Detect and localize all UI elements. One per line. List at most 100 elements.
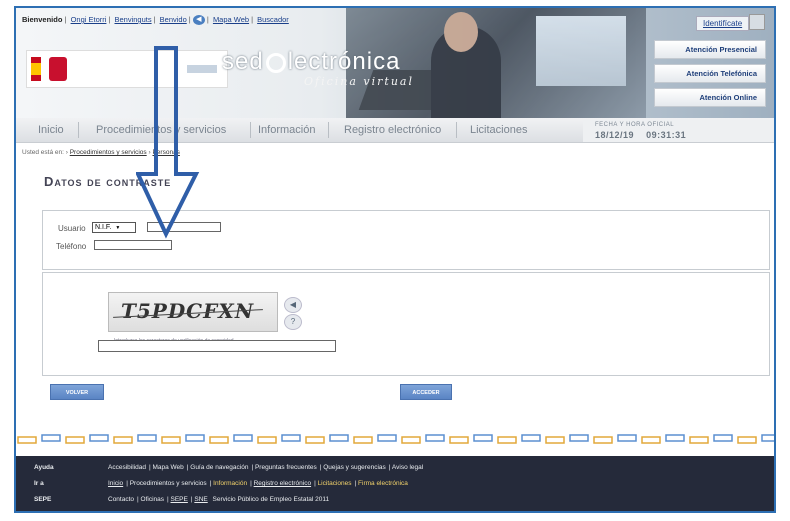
annotation-arrow-icon: [136, 46, 200, 239]
captcha-audio-icon[interactable]: ◀: [284, 297, 302, 313]
footer-link-licitaciones[interactable]: Licitaciones: [318, 480, 352, 487]
site-header: Bienvenido | Ongi Etorri | Benvinguts | Be…: [16, 8, 774, 126]
chain-link-shape: [161, 436, 181, 444]
footer-link-guia[interactable]: Guía de navegación: [190, 464, 248, 471]
footer-link-procedimientos[interactable]: Procedimientos y servicios: [130, 480, 207, 487]
footer-link-informacion[interactable]: Información: [213, 480, 247, 487]
chevron-down-icon: ▼: [115, 225, 121, 231]
decorative-band: [16, 432, 774, 446]
lang-link-ca[interactable]: Benvinguts: [114, 15, 151, 24]
lang-link-eu[interactable]: Ongi Etorri: [71, 15, 107, 24]
site-footer: Ayuda Accesibilidad | Mapa Web | Guía de n…: [16, 456, 774, 511]
breadcrumb-prefix: Usted está en:: [22, 149, 64, 156]
chain-link-shape: [617, 434, 637, 442]
footer-link-sne[interactable]: SNE: [194, 496, 207, 503]
footer-link-accesibilidad[interactable]: Accesibilidad: [108, 464, 146, 471]
atencion-presencial-button[interactable]: Atención Presencial: [654, 40, 766, 59]
chain-link-shape: [665, 434, 685, 442]
e-circle-icon: [265, 52, 286, 73]
footer-link-inicio[interactable]: Inicio: [108, 480, 123, 487]
photo-head: [444, 12, 478, 52]
coat-of-arms-icon: [49, 57, 67, 81]
captcha-input[interactable]: [98, 340, 336, 352]
usuario-label: Usuario: [58, 224, 86, 233]
doc-type-select[interactable]: N.I.F. ▼: [92, 222, 136, 233]
buscador-link[interactable]: Buscador: [257, 15, 289, 24]
doc-type-value: N.I.F.: [95, 224, 112, 231]
tab-inicio[interactable]: Inicio: [38, 124, 64, 136]
footer-links: Inicio | Procedimientos y servicios | Info…: [108, 480, 408, 487]
nav-divider: [456, 122, 457, 138]
time-value: 09:31:31: [646, 130, 687, 140]
separator: |: [153, 15, 156, 24]
footer-link-preguntas[interactable]: Preguntas frecuentes: [255, 464, 317, 471]
tab-registro[interactable]: Registro electrónico: [344, 124, 441, 136]
fecha-value: 18/12/19 09:31:31: [595, 130, 686, 140]
chain-link-shape: [425, 434, 445, 442]
chain-link-shape: [473, 434, 493, 442]
decorative-pattern-icon: [17, 434, 774, 444]
welcome-bar: Bienvenido | Ongi Etorri | Benvinguts | Be…: [22, 15, 291, 26]
nav-divider: [78, 122, 79, 138]
footer-link-quejas[interactable]: Quejas y sugerencias: [323, 464, 386, 471]
separator: |: [206, 15, 209, 24]
chain-link-shape: [113, 436, 133, 444]
chain-link-shape: [233, 434, 253, 442]
volver-button[interactable]: VOLVER: [50, 384, 104, 400]
nav-divider: [328, 122, 329, 138]
footer-link-contacto[interactable]: Contacto: [108, 496, 134, 503]
chain-link-shape: [497, 436, 517, 444]
footer-link-mapa-web[interactable]: Mapa Web: [152, 464, 183, 471]
chain-link-shape: [185, 434, 205, 442]
tab-licitaciones[interactable]: Licitaciones: [470, 124, 527, 136]
audio-icon[interactable]: ◀: [192, 15, 205, 26]
chain-link-shape: [257, 436, 277, 444]
tab-informacion[interactable]: Información: [258, 124, 315, 136]
footer-link-registro[interactable]: Registro electrónico: [254, 480, 311, 487]
footer-row-ayuda: Ayuda Accesibilidad | Mapa Web | Guía de n…: [16, 464, 774, 476]
chain-link-shape: [449, 436, 469, 444]
footer-link-aviso-legal[interactable]: Aviso legal: [392, 464, 423, 471]
mapa-web-link[interactable]: Mapa Web: [213, 15, 249, 24]
separator: |: [188, 15, 191, 24]
chain-link-shape: [377, 434, 397, 442]
footer-copyright: Servicio Público de Empleo Estatal 2011: [212, 496, 330, 503]
chain-link-shape: [137, 434, 157, 442]
identificate-link[interactable]: Identifícate: [696, 16, 750, 31]
brand-pre: sed: [222, 48, 264, 75]
browser-frame: Bienvenido | Ongi Etorri | Benvinguts | Be…: [14, 6, 776, 513]
footer-row-sepe: SEPE Contacto | Oficinas | SEPE | SNE Servi…: [16, 496, 774, 508]
chain-link-shape: [65, 436, 85, 444]
chain-link-shape: [329, 434, 349, 442]
acceder-button[interactable]: ACCEDER: [400, 384, 452, 400]
chain-link-shape: [281, 434, 301, 442]
footer-heading: Ayuda: [34, 464, 54, 471]
footer-link-sepe[interactable]: SEPE: [171, 496, 188, 503]
captcha-image: T5PDCFXN: [108, 292, 278, 332]
separator: |: [251, 15, 254, 24]
captcha-help-icon[interactable]: ?: [284, 314, 302, 330]
lang-link-gl[interactable]: Benvido: [160, 15, 187, 24]
footer-link-firma[interactable]: Firma electrónica: [358, 480, 408, 487]
footer-link-oficinas[interactable]: Oficinas: [141, 496, 164, 503]
atencion-telefonica-button[interactable]: Atención Telefónica: [654, 64, 766, 83]
separator: |: [64, 15, 67, 24]
date-value: 18/12/19: [595, 130, 635, 140]
user-icon[interactable]: [749, 14, 765, 30]
chain-link-shape: [41, 434, 61, 442]
chain-link-shape: [593, 436, 613, 444]
chain-link-shape: [713, 434, 733, 442]
arrow-outline: [136, 46, 200, 239]
chain-link-shape: [737, 436, 757, 444]
photo-window: [536, 16, 626, 86]
chain-link-shape: [641, 436, 661, 444]
chain-link-shape: [89, 434, 109, 442]
chain-link-shape: [305, 436, 325, 444]
footer-links: Accesibilidad | Mapa Web | Guía de navegac…: [108, 464, 424, 471]
breadcrumb-chevron: ›: [65, 149, 68, 156]
chain-link-shape: [689, 436, 709, 444]
chain-link-shape: [521, 434, 541, 442]
atencion-online-button[interactable]: Atención Online: [654, 88, 766, 107]
separator: |: [108, 15, 111, 24]
footer-links: Contacto | Oficinas | SEPE | SNE Servicio P…: [108, 496, 330, 503]
